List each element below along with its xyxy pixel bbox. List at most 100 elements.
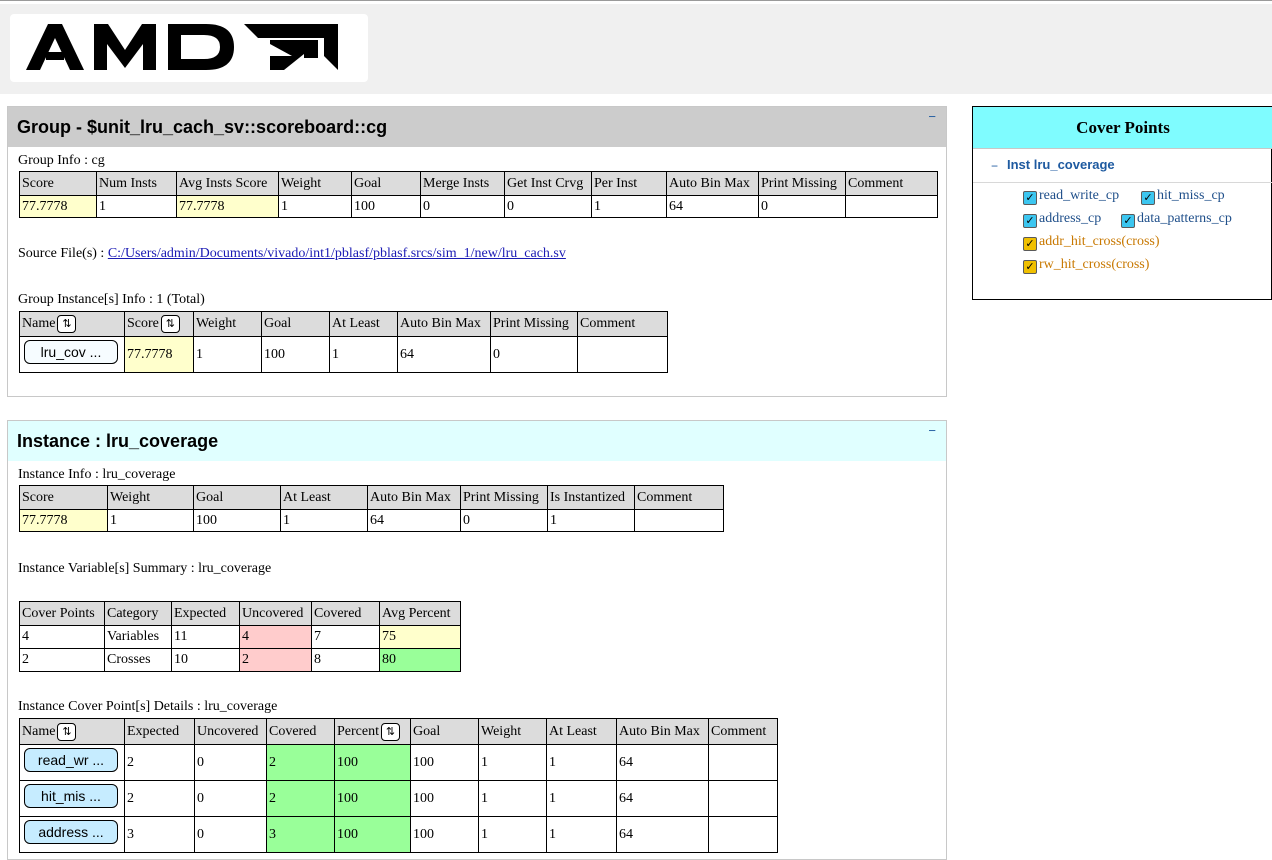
- group-instances-table: Name ⇅ Score ⇅ Weight Goal At Least Auto B…: [19, 311, 668, 373]
- cell-goal: 100: [193, 509, 281, 532]
- cell-weight: 1: [478, 816, 547, 853]
- cell-comment: [845, 195, 938, 218]
- col-name: Name ⇅: [19, 718, 125, 745]
- cell-uncovered: 2: [239, 648, 312, 672]
- instance-name-button[interactable]: lru_cov ...: [24, 340, 118, 364]
- cover-points-header: Cover Points: [973, 107, 1272, 149]
- cell-covered: 7: [311, 625, 380, 649]
- coverpoint-toggle-address[interactable]: ✓ address_cp: [1023, 211, 1101, 228]
- cell-covered: 2: [266, 744, 335, 781]
- cell-auto-bin-max: 64: [397, 336, 491, 373]
- group-collapse-button[interactable]: −: [928, 109, 936, 124]
- sort-score-icon[interactable]: ⇅: [160, 315, 180, 333]
- coverpoint-name-button[interactable]: address ...: [24, 820, 118, 844]
- group-title: Group - $unit_lru_cach_sv::scoreboard::c…: [17, 117, 388, 137]
- cell-avg-insts-score: 77.7778: [176, 195, 279, 218]
- col-avg-percent: Avg Percent: [379, 601, 461, 626]
- col-score-label: Score: [127, 316, 159, 332]
- coverpoint-toggle-read-write[interactable]: ✓ read_write_cp: [1023, 188, 1119, 205]
- cell-goal: 100: [410, 816, 479, 853]
- cell-uncovered: 0: [194, 744, 267, 781]
- col-comment: Comment: [577, 311, 668, 337]
- cell-at-least: 1: [546, 744, 617, 781]
- col-score: Score: [19, 171, 97, 196]
- coverpoint-label: addr_hit_cross(cross): [1039, 234, 1160, 249]
- col-expected: Expected: [171, 601, 240, 626]
- checkbox-checked-icon[interactable]: ✓: [1023, 191, 1037, 205]
- cell-covered: 3: [266, 816, 335, 853]
- checkbox-checked-icon[interactable]: ✓: [1121, 214, 1135, 228]
- col-merge-insts: Merge Insts: [420, 171, 505, 196]
- sort-name-icon[interactable]: ⇅: [57, 722, 77, 741]
- col-goal: Goal: [261, 311, 330, 337]
- cell-expected: 2: [124, 780, 195, 817]
- instance-panel-header: Instance : lru_coverage −: [8, 421, 946, 461]
- cell-name: address ...: [19, 816, 125, 853]
- collapse-icon[interactable]: −: [991, 159, 998, 173]
- cell-num-insts: 1: [96, 195, 177, 218]
- instance-collapse-button[interactable]: −: [928, 423, 936, 438]
- cell-comment: [708, 780, 778, 817]
- cell-print-missing: 0: [460, 509, 548, 532]
- checkbox-checked-icon[interactable]: ✓: [1141, 191, 1155, 205]
- group-panel-header: Group - $unit_lru_cach_sv::scoreboard::c…: [8, 107, 946, 147]
- col-auto-bin-max: Auto Bin Max: [367, 485, 461, 510]
- coverpoint-label: address_cp: [1039, 211, 1102, 226]
- col-goal: Goal: [193, 485, 281, 510]
- cell-percent: 100: [334, 780, 411, 817]
- col-at-least: At Least: [280, 485, 368, 510]
- col-name: Name ⇅: [19, 311, 125, 337]
- coverpoint-name-button[interactable]: read_wr ...: [24, 748, 118, 772]
- cell-avg-percent: 75: [379, 625, 461, 649]
- col-weight: Weight: [107, 485, 194, 510]
- group-instances-label: Group Instance[s] Info : 1 (Total): [18, 292, 205, 307]
- cell-score: 77.7778: [124, 336, 194, 373]
- cell-goal: 100: [410, 744, 479, 781]
- cell-percent: 100: [334, 744, 411, 781]
- col-print-missing: Print Missing: [490, 311, 578, 337]
- col-weight: Weight: [193, 311, 262, 337]
- col-is-instantized: Is Instantized: [547, 485, 635, 510]
- coverpoint-toggle-addr-hit-cross[interactable]: ✓ addr_hit_cross(cross): [1023, 234, 1160, 251]
- sort-percent-icon[interactable]: ⇅: [380, 722, 400, 741]
- col-expected: Expected: [124, 718, 195, 745]
- cell-expected: 2: [124, 744, 195, 781]
- cell-print-missing: 0: [758, 195, 846, 218]
- cell-comment: [577, 336, 668, 373]
- coverpoint-toggle-rw-hit-cross[interactable]: ✓ rw_hit_cross(cross): [1023, 257, 1149, 274]
- cell-avg-percent: 80: [379, 648, 461, 672]
- cover-points-instance-row[interactable]: − Inst lru_coverage: [973, 149, 1272, 183]
- checkbox-checked-icon[interactable]: ✓: [1023, 237, 1037, 251]
- coverpoint-name-button[interactable]: hit_mis ...: [24, 784, 118, 808]
- cell-comment: [708, 816, 778, 853]
- coverpoint-toggle-data-patterns[interactable]: ✓ data_patterns_cp: [1121, 211, 1232, 228]
- variable-summary-label: Instance Variable[s] Summary : lru_cover…: [18, 561, 272, 576]
- header-bar: [0, 4, 1272, 94]
- checkbox-checked-icon[interactable]: ✓: [1023, 260, 1037, 274]
- cell-comment: [708, 744, 778, 781]
- source-files: Source File(s) : C:/Users/admin/Document…: [18, 246, 566, 262]
- cell-weight: 1: [478, 780, 547, 817]
- col-comment: Comment: [634, 485, 724, 510]
- cover-points-instance-label[interactable]: Inst lru_coverage: [1007, 157, 1115, 172]
- source-file-link[interactable]: C:/Users/admin/Documents/vivado/int1/pbl…: [108, 246, 566, 261]
- instance-panel: Instance : lru_coverage − Instance Info …: [7, 420, 947, 860]
- source-files-label: Source File(s) :: [18, 246, 105, 261]
- coverpoint-toggle-hit-miss[interactable]: ✓ hit_miss_cp: [1141, 188, 1225, 205]
- cell-score: 77.7778: [19, 509, 108, 532]
- col-name-label: Name: [22, 723, 56, 739]
- cell-cover-points: 4: [19, 625, 105, 649]
- checkbox-checked-icon[interactable]: ✓: [1023, 214, 1037, 228]
- cell-weight: 1: [107, 509, 194, 532]
- sort-name-icon[interactable]: ⇅: [57, 315, 77, 333]
- cell-expected: 3: [124, 816, 195, 853]
- cell-at-least: 1: [280, 509, 368, 532]
- cover-point-details-label: Instance Cover Point[s] Details : lru_co…: [18, 699, 278, 714]
- col-weight: Weight: [278, 171, 352, 196]
- cell-goal: 100: [410, 780, 479, 817]
- cell-comment: [634, 509, 724, 532]
- cell-at-least: 1: [546, 816, 617, 853]
- cell-covered: 8: [311, 648, 380, 672]
- cell-merge-insts: 0: [420, 195, 505, 218]
- instance-info-table: Score Weight Goal At Least Auto Bin Max …: [19, 485, 724, 532]
